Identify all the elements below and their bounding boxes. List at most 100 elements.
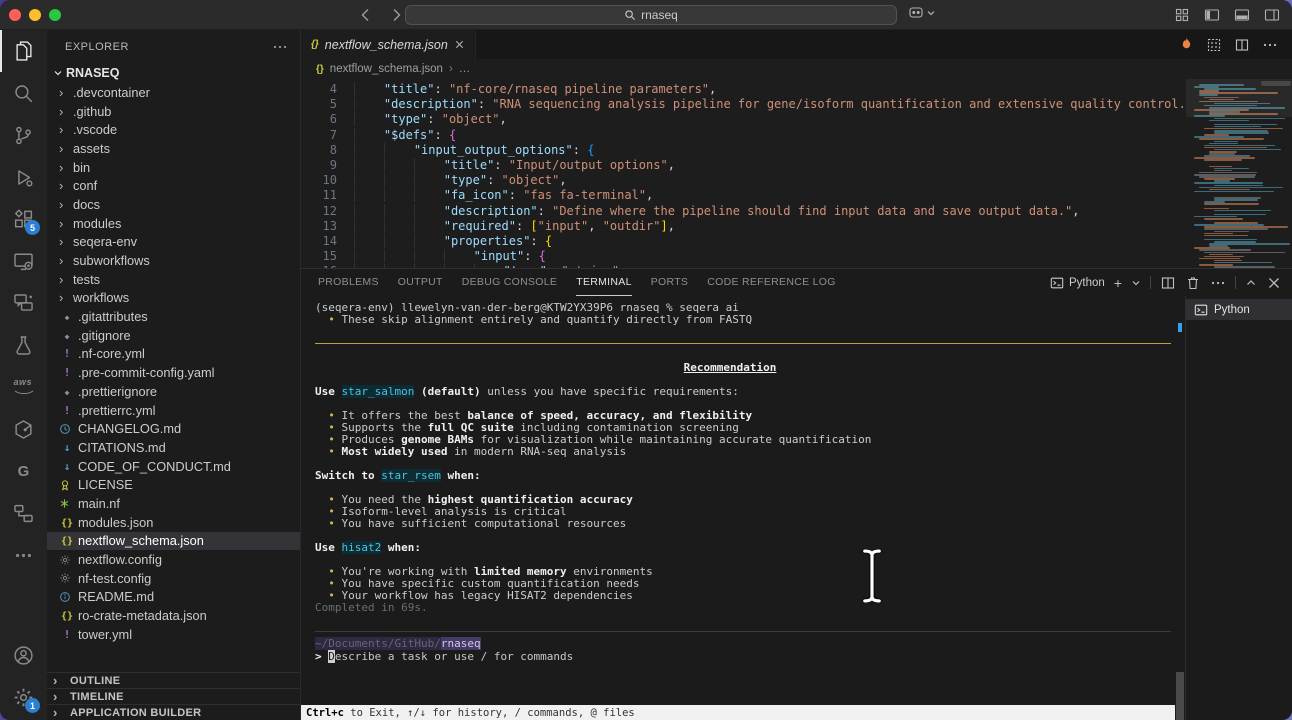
folder-row[interactable]: ›seqera-env xyxy=(47,233,300,252)
panel-tab-problems[interactable]: PROBLEMS xyxy=(318,269,379,296)
section-timeline[interactable]: ›TIMELINE xyxy=(47,688,300,704)
panel-tab-terminal[interactable]: TERMINAL xyxy=(576,269,632,296)
activity-source-control-icon[interactable] xyxy=(0,114,47,156)
file-row[interactable]: ↓CODE_OF_CONDUCT.md xyxy=(47,457,300,476)
activity-search-icon[interactable] xyxy=(0,72,47,114)
toggle-panel-icon[interactable] xyxy=(1233,6,1250,23)
breadcrumb[interactable]: {} nextflow_schema.json › … xyxy=(301,59,1292,79)
terminal-list-item[interactable]: Python xyxy=(1186,299,1292,320)
activity-testing-icon[interactable] xyxy=(0,324,47,366)
file-row[interactable]: LICENSE xyxy=(47,475,300,494)
folder-row[interactable]: ›conf xyxy=(47,176,300,195)
chevron-right-icon: › xyxy=(59,179,73,192)
activity-accounts-icon[interactable] xyxy=(0,634,47,676)
folder-row[interactable]: ›subworkflows xyxy=(47,251,300,270)
folder-row[interactable]: ›workflows xyxy=(47,289,300,308)
folder-row[interactable]: ›docs xyxy=(47,195,300,214)
file-row[interactable]: {}modules.json xyxy=(47,513,300,532)
file-row[interactable]: !tower.yml xyxy=(47,625,300,644)
navigate-back-icon[interactable] xyxy=(356,5,376,25)
file-row[interactable]: !.nf-core.yml xyxy=(47,345,300,364)
close-panel-icon[interactable] xyxy=(1266,275,1282,291)
file-row[interactable]: ◆.gitattributes xyxy=(47,307,300,326)
terminal[interactable]: (seqera-env) llewelyn-van-der-berg@KTW2Y… xyxy=(301,296,1185,720)
editor-more-actions-icon[interactable] xyxy=(1262,37,1278,53)
terminal-dropdown-icon[interactable] xyxy=(1131,278,1141,288)
terminal-scrollbar[interactable] xyxy=(1175,296,1185,720)
panel-tab-debug-console[interactable]: DEBUG CONSOLE xyxy=(462,269,558,296)
kill-terminal-icon[interactable] xyxy=(1185,275,1201,291)
scrollbar-thumb[interactable] xyxy=(1176,672,1184,720)
split-terminal-icon[interactable] xyxy=(1160,275,1176,291)
close-window-button[interactable] xyxy=(9,9,21,21)
toggle-primary-sidebar-icon[interactable] xyxy=(1203,6,1220,23)
item-label: .pre-commit-config.yaml xyxy=(78,365,215,380)
file-row[interactable]: CHANGELOG.md xyxy=(47,419,300,438)
file-row[interactable]: ◆.gitignore xyxy=(47,326,300,345)
file-row[interactable]: !.pre-commit-config.yaml xyxy=(47,363,300,382)
workspace-root-folder[interactable]: RNASEQ xyxy=(47,63,300,83)
folder-row[interactable]: ›bin xyxy=(47,158,300,177)
toggle-secondary-sidebar-icon[interactable] xyxy=(1263,6,1280,23)
activity-more-icon[interactable] xyxy=(0,534,47,576)
tab-nextflow-schema[interactable]: {} nextflow_schema.json xyxy=(301,30,476,59)
terminal-profile-label[interactable]: Python xyxy=(1050,276,1105,290)
activity-settings-icon[interactable]: 1 xyxy=(0,676,47,718)
schema-tools-icon[interactable] xyxy=(1206,37,1222,53)
zoom-window-button[interactable] xyxy=(49,9,61,21)
activity-organization-icon[interactable] xyxy=(0,492,47,534)
panel-more-actions-icon[interactable] xyxy=(1210,275,1226,291)
chevron-right-icon: › xyxy=(449,63,453,75)
activity-aws-icon[interactable]: aws xyxy=(0,366,47,408)
panel-tab-output[interactable]: OUTPUT xyxy=(398,269,443,296)
code-editor[interactable]: 4 "title": "nf-core/rnaseq pipeline para… xyxy=(301,79,1292,268)
folder-row[interactable]: ›.devcontainer xyxy=(47,83,300,102)
folder-row[interactable]: ›.github xyxy=(47,102,300,121)
activity-remote-explorer-icon[interactable] xyxy=(0,240,47,282)
activity-chat-icon[interactable] xyxy=(0,282,47,324)
item-label: modules.json xyxy=(78,515,153,530)
panel-tab-code-reference-log[interactable]: CODE REFERENCE LOG xyxy=(707,269,836,296)
file-row[interactable]: !.prettierrc.yml xyxy=(47,401,300,420)
code-line: 4 "title": "nf-core/rnaseq pipeline para… xyxy=(301,82,1186,97)
close-tab-icon[interactable] xyxy=(454,39,465,50)
code-line: 9 "title": "Input/output options", xyxy=(301,158,1186,173)
editor-scrollbar[interactable] xyxy=(1261,81,1291,86)
split-editor-icon[interactable] xyxy=(1234,37,1250,53)
line-number: 15 xyxy=(301,249,337,264)
minimize-window-button[interactable] xyxy=(29,9,41,21)
file-row[interactable]: nf-test.config xyxy=(47,569,300,588)
file-row[interactable]: main.nf xyxy=(47,494,300,513)
activity-explorer-icon[interactable] xyxy=(0,30,47,72)
file-row[interactable]: ◆.prettierignore xyxy=(47,382,300,401)
file-row[interactable]: {}ro-crate-metadata.json xyxy=(47,606,300,625)
section-application-builder[interactable]: ›APPLICATION BUILDER xyxy=(47,704,300,720)
file-row[interactable]: ↓CITATIONS.md xyxy=(47,438,300,457)
folder-row[interactable]: ›.vscode xyxy=(47,120,300,139)
flame-icon[interactable] xyxy=(1179,37,1194,52)
copilot-menu[interactable] xyxy=(908,5,936,21)
folder-row[interactable]: ›modules xyxy=(47,214,300,233)
new-terminal-button[interactable]: + xyxy=(1114,276,1122,290)
panel-tab-ports[interactable]: PORTS xyxy=(651,269,688,296)
item-label: LICENSE xyxy=(78,477,133,492)
file-row[interactable]: nextflow.config xyxy=(47,550,300,569)
terminal-ai-input[interactable]: ~/Documents/GitHub/rnaseq > Describe a t… xyxy=(315,631,1171,663)
terminal-hint-bar: Ctrl+c to Exit, ↑/↓ for history, / comma… xyxy=(301,705,1175,720)
activity-run-debug-icon[interactable] xyxy=(0,156,47,198)
section-outline[interactable]: ›OUTLINE xyxy=(47,672,300,688)
minimap[interactable] xyxy=(1186,79,1292,268)
folder-row[interactable]: ›tests xyxy=(47,270,300,289)
command-center-search[interactable]: rnaseq xyxy=(405,5,897,25)
navigate-forward-icon[interactable] xyxy=(386,5,406,25)
explorer-more-actions-icon[interactable] xyxy=(272,39,288,55)
file-row[interactable]: README.md xyxy=(47,588,300,607)
ai-prompt-line[interactable]: > Describe a task or use / for commands xyxy=(315,651,1171,663)
maximize-panel-icon[interactable] xyxy=(1245,277,1257,289)
activity-hexagon-tool-icon[interactable] xyxy=(0,408,47,450)
folder-row[interactable]: ›assets xyxy=(47,139,300,158)
activity-extensions-icon[interactable]: 5 xyxy=(0,198,47,240)
activity-gitlens-icon[interactable]: G xyxy=(0,450,47,492)
customize-layout-icon[interactable] xyxy=(1173,6,1190,23)
file-row[interactable]: {}nextflow_schema.json xyxy=(47,532,300,551)
